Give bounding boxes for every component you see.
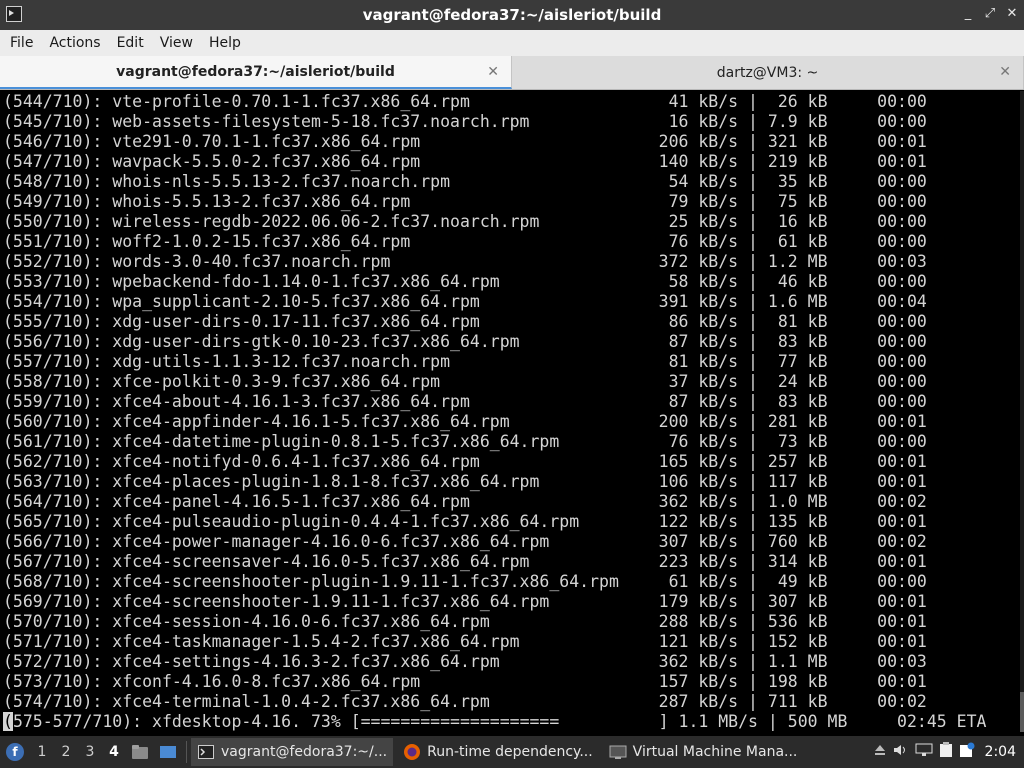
- terminal-cursor: (: [3, 712, 13, 731]
- tab-vagrant-build[interactable]: vagrant@fedora37:~/aisleriot/build ✕: [0, 56, 512, 89]
- terminal-line: (558/710): xfce-polkit-0.3-9.fc37.x86_64…: [3, 372, 927, 391]
- terminal-line: (548/710): whois-nls-5.5.13-2.fc37.noarc…: [3, 172, 927, 191]
- workspace-4[interactable]: 4: [102, 744, 126, 760]
- terminal-line: (546/710): vte291-0.70.1-1.fc37.x86_64.r…: [3, 132, 927, 151]
- updates-icon[interactable]: [959, 742, 975, 762]
- window-titlebar[interactable]: vagrant@fedora37:~/aisleriot/build _ ⤢ ✕: [0, 0, 1024, 30]
- terminal-line: (569/710): xfce4-screenshooter-1.9.11-1.…: [3, 592, 927, 611]
- taskbar-separator: [186, 741, 187, 763]
- task-label: vagrant@fedora37:~/...: [221, 744, 388, 760]
- terminal-icon: [197, 743, 215, 761]
- workspace-1[interactable]: 1: [30, 744, 54, 760]
- download-progress-line: (575-577/710): xfdesktop-4.16. 73% [====…: [3, 712, 1024, 732]
- terminal-output[interactable]: (544/710): vte-profile-0.70.1-1.fc37.x86…: [0, 91, 1024, 732]
- terminal-line: (553/710): wpebackend-fdo-1.14.0-1.fc37.…: [3, 272, 927, 291]
- taskbar: f 1 2 3 4 vagrant@fedora37:~/... Run-tim…: [0, 736, 1024, 768]
- menubar: File Actions Edit View Help: [0, 30, 1024, 56]
- terminal-line: (555/710): xdg-user-dirs-0.17-11.fc37.x8…: [3, 312, 927, 331]
- terminal-line: (550/710): wireless-regdb-2022.06.06-2.f…: [3, 212, 927, 231]
- terminal-line: (552/710): words-3.0-40.fc37.noarch.rpm …: [3, 252, 927, 271]
- terminal-line: (551/710): woff2-1.0.2-15.fc37.x86_64.rp…: [3, 232, 927, 251]
- scrollbar-thumb[interactable]: [1020, 692, 1024, 732]
- terminal-line: (571/710): xfce4-taskmanager-1.5.4-2.fc3…: [3, 632, 927, 651]
- menu-edit[interactable]: Edit: [109, 30, 152, 56]
- task-terminal[interactable]: vagrant@fedora37:~/...: [191, 738, 394, 766]
- terminal-line: (565/710): xfce4-pulseaudio-plugin-0.4.4…: [3, 512, 927, 531]
- close-button[interactable]: ✕: [1006, 6, 1018, 21]
- tab-bar: vagrant@fedora37:~/aisleriot/build ✕ dar…: [0, 56, 1024, 90]
- terminal-line: (554/710): wpa_supplicant-2.10-5.fc37.x8…: [3, 292, 927, 311]
- terminal-line: (567/710): xfce4-screensaver-4.16.0-5.fc…: [3, 552, 927, 571]
- terminal-line: (547/710): wavpack-5.5.0-2.fc37.x86_64.r…: [3, 152, 927, 171]
- tab-label: vagrant@fedora37:~/aisleriot/build: [116, 63, 395, 80]
- terminal-line: (572/710): xfce4-settings-4.16.3-2.fc37.…: [3, 652, 927, 671]
- tab-label: dartz@VM3: ~: [716, 64, 819, 81]
- terminal-line: (556/710): xdg-user-dirs-gtk-0.10-23.fc3…: [3, 332, 927, 351]
- task-virt-manager[interactable]: Virtual Machine Mana...: [603, 738, 804, 766]
- file-manager-icon[interactable]: [128, 740, 152, 764]
- fedora-logo-icon: f: [6, 743, 24, 761]
- terminal-line: (549/710): whois-5.5.13-2.fc37.x86_64.rp…: [3, 192, 927, 211]
- terminal-line: (560/710): xfce4-appfinder-4.16.1-5.fc37…: [3, 412, 927, 431]
- terminal-line: (570/710): xfce4-session-4.16.0-6.fc37.x…: [3, 612, 927, 631]
- show-desktop-icon[interactable]: [156, 740, 180, 764]
- terminal-line: (561/710): xfce4-datetime-plugin-0.8.1-5…: [3, 432, 927, 451]
- terminal-app-icon[interactable]: [6, 6, 22, 22]
- terminal-scrollbar[interactable]: [1020, 91, 1024, 732]
- task-label: Virtual Machine Mana...: [632, 744, 798, 760]
- task-label: Run-time dependency...: [427, 744, 593, 760]
- clipboard-icon[interactable]: [939, 742, 953, 762]
- start-menu-button[interactable]: f: [0, 736, 30, 768]
- terminal-line: (559/710): xfce4-about-4.16.1-3.fc37.x86…: [3, 392, 927, 411]
- virt-manager-icon: [609, 743, 627, 761]
- tab-dartz-vm3[interactable]: dartz@VM3: ~ ✕: [512, 56, 1024, 89]
- firefox-icon: [403, 743, 421, 761]
- progress-text: 575-577/710): xfdesktop-4.16. 73% [=====…: [12, 712, 987, 731]
- system-tray: 2:04: [873, 742, 1024, 762]
- terminal-line: (557/710): xdg-utils-1.1.3-12.fc37.noarc…: [3, 352, 927, 371]
- terminal-line: (545/710): web-assets-filesystem-5-18.fc…: [3, 112, 927, 131]
- terminal-line: (544/710): vte-profile-0.70.1-1.fc37.x86…: [3, 92, 927, 111]
- menu-help[interactable]: Help: [201, 30, 249, 56]
- tab-close-icon[interactable]: ✕: [999, 64, 1011, 80]
- maximize-button[interactable]: ⤢: [984, 6, 996, 21]
- terminal-line: (568/710): xfce4-screenshooter-plugin-1.…: [3, 572, 927, 591]
- clock[interactable]: 2:04: [985, 744, 1016, 760]
- network-icon[interactable]: [915, 743, 933, 761]
- terminal-line: (574/710): xfce4-terminal-1.0.4-2.fc37.x…: [3, 692, 927, 711]
- terminal-line: (562/710): xfce4-notifyd-0.6.4-1.fc37.x8…: [3, 452, 927, 471]
- volume-icon[interactable]: [893, 743, 909, 761]
- menu-actions[interactable]: Actions: [41, 30, 108, 56]
- menu-file[interactable]: File: [2, 30, 41, 56]
- window-controls: _ ⤢ ✕: [962, 6, 1018, 21]
- eject-icon[interactable]: [873, 743, 887, 761]
- task-firefox[interactable]: Run-time dependency...: [397, 738, 599, 766]
- window-title: vagrant@fedora37:~/aisleriot/build: [362, 6, 662, 24]
- menu-view[interactable]: View: [152, 30, 201, 56]
- minimize-button[interactable]: _: [962, 6, 974, 21]
- workspace-2[interactable]: 2: [54, 744, 78, 760]
- workspace-3[interactable]: 3: [78, 744, 102, 760]
- terminal-line: (573/710): xfconf-4.16.0-8.fc37.x86_64.r…: [3, 672, 927, 691]
- terminal-line: (566/710): xfce4-power-manager-4.16.0-6.…: [3, 532, 927, 551]
- terminal-line: (563/710): xfce4-places-plugin-1.8.1-8.f…: [3, 472, 927, 491]
- terminal-line: (564/710): xfce4-panel-4.16.5-1.fc37.x86…: [3, 492, 927, 511]
- tab-close-icon[interactable]: ✕: [487, 64, 499, 80]
